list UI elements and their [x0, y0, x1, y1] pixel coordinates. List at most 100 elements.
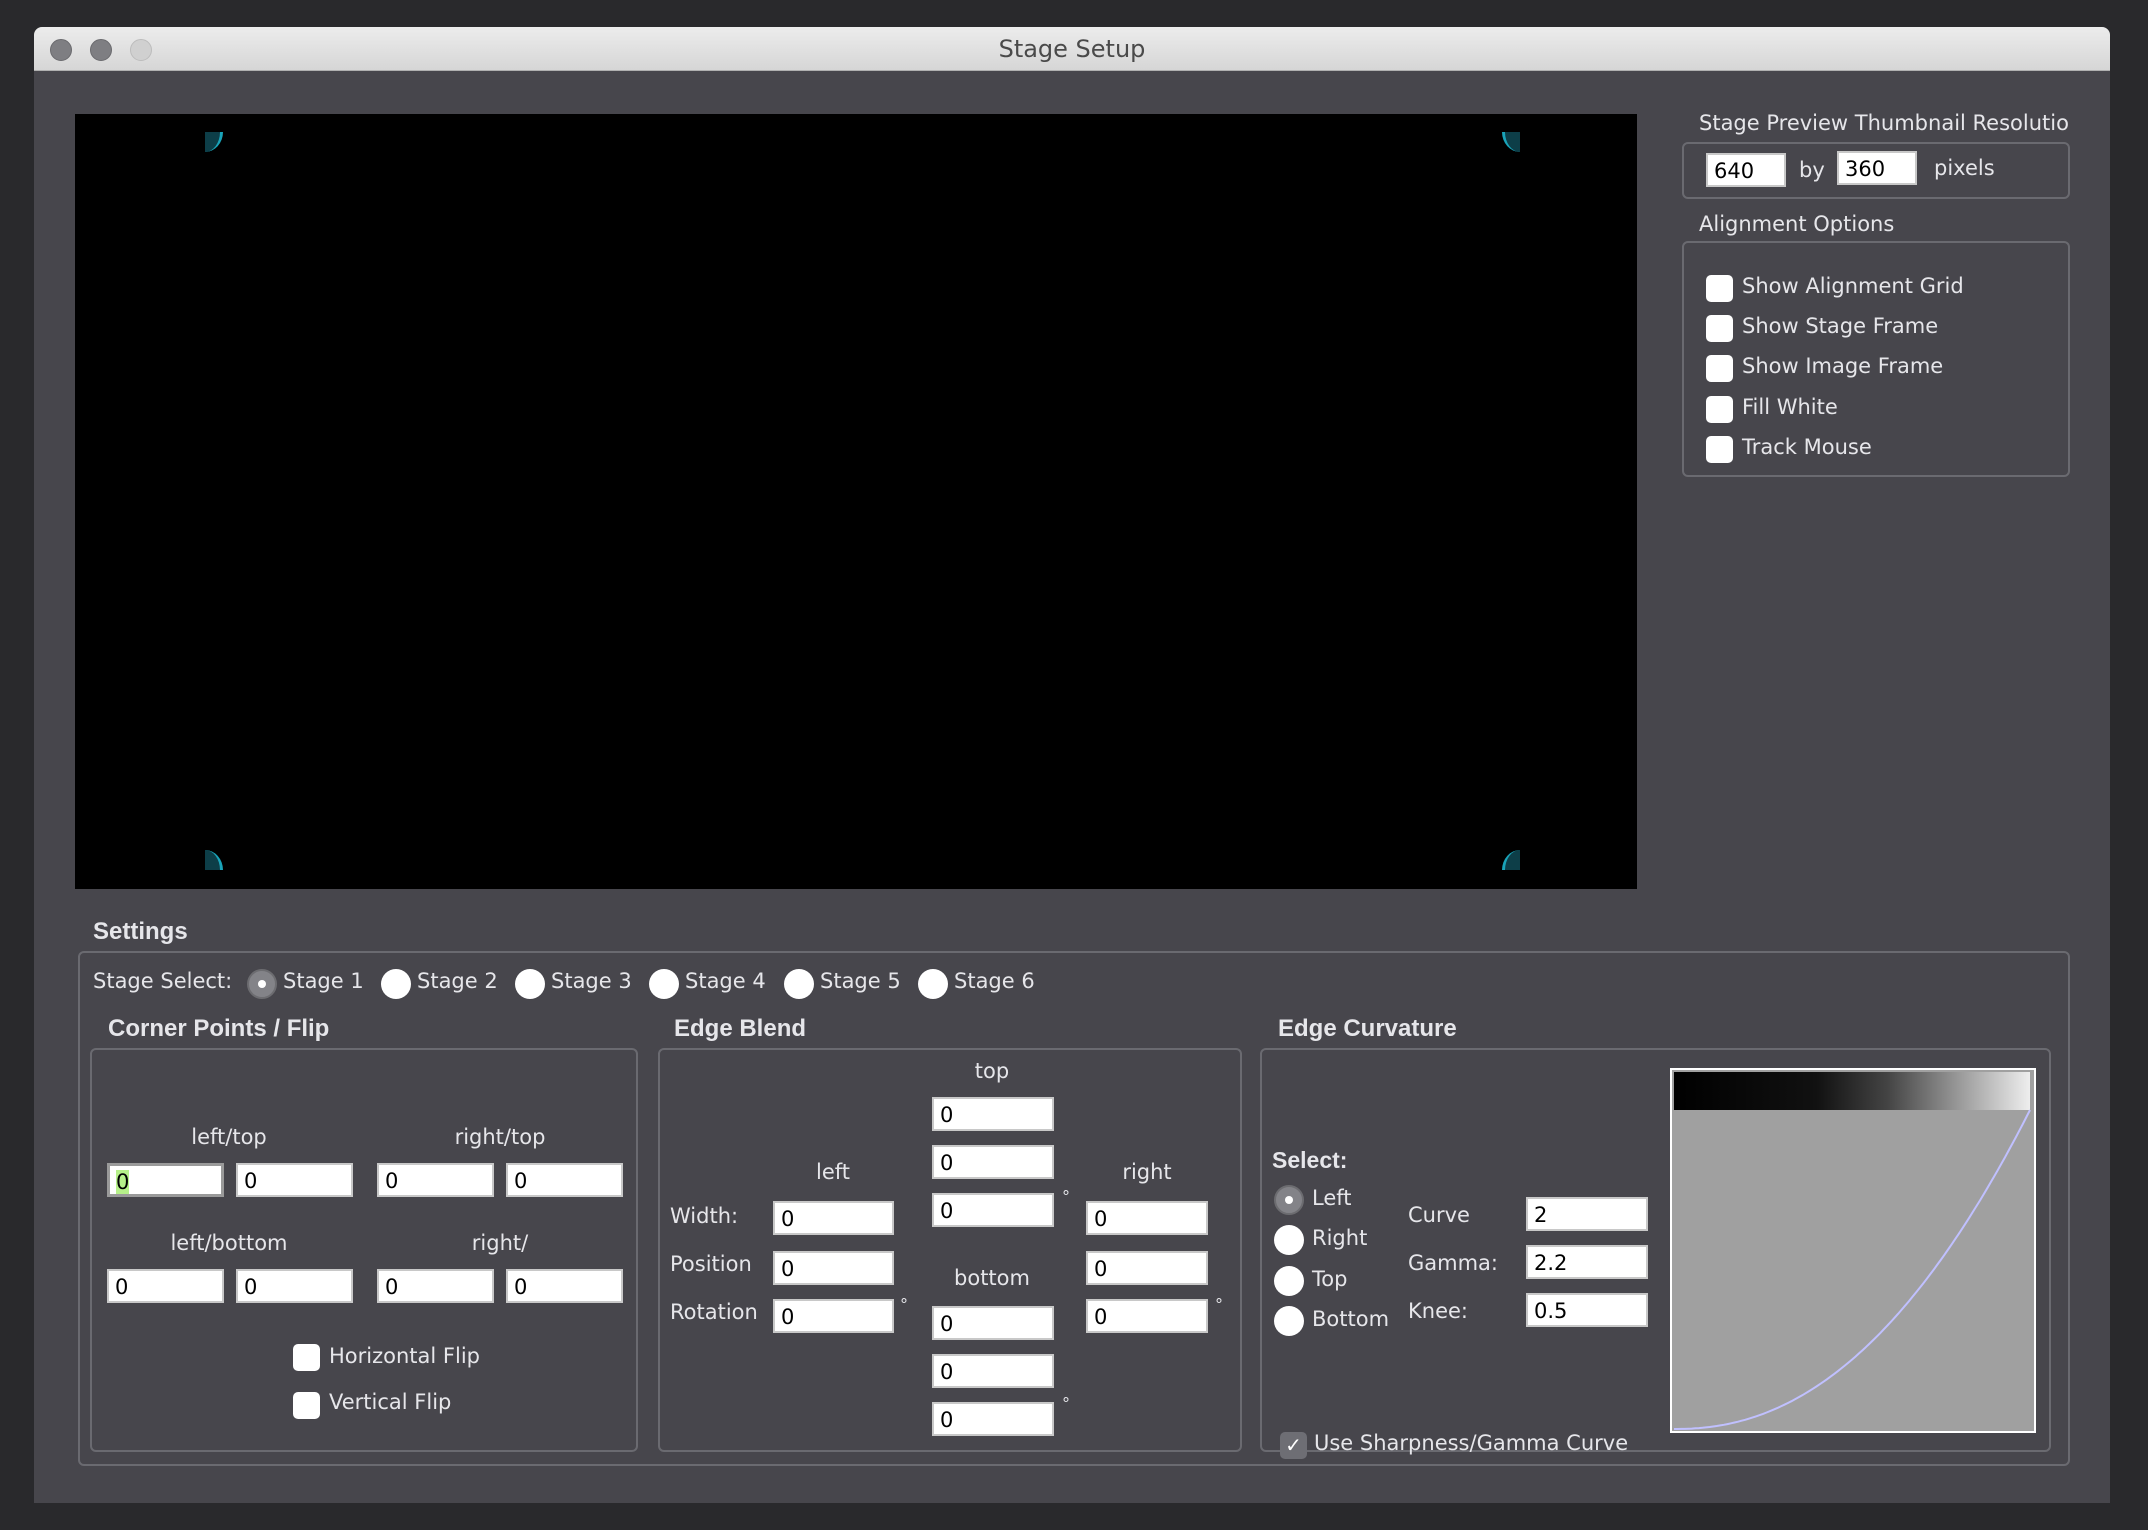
- alignment-checkbox[interactable]: [1706, 315, 1733, 342]
- right-bottom-label: right/: [471, 1231, 529, 1255]
- vertical-flip-checkbox[interactable]: [293, 1392, 320, 1419]
- right-position-input[interactable]: 0: [1086, 1251, 1208, 1285]
- stage-radio[interactable]: [918, 969, 948, 999]
- right-bottom-y-input[interactable]: 0: [506, 1269, 623, 1303]
- right-width-input[interactable]: 0: [1086, 1201, 1208, 1235]
- stage-radio[interactable]: [649, 969, 679, 999]
- knee-label: Knee:: [1408, 1299, 1468, 1323]
- stage-radio-label: Stage 2: [417, 969, 498, 993]
- right-top-y-input[interactable]: 0: [506, 1163, 623, 1197]
- side-radio-label: Bottom: [1312, 1307, 1390, 1331]
- corner-handle-bottom-left[interactable]: [205, 850, 223, 870]
- right-top-x-input[interactable]: 0: [377, 1163, 494, 1197]
- left-top-y-input[interactable]: 0: [236, 1163, 353, 1197]
- corner-handle-top-left[interactable]: [205, 132, 223, 152]
- alignment-option-label: Show Alignment Grid: [1742, 274, 1964, 298]
- knee-input[interactable]: 0.5: [1526, 1293, 1648, 1327]
- bottom-width-input[interactable]: 0: [932, 1306, 1054, 1340]
- edge-blend-title: Edge Blend: [674, 1015, 807, 1042]
- top-width-input[interactable]: 0: [932, 1097, 1054, 1131]
- left-bottom-x-input[interactable]: 0: [107, 1269, 224, 1303]
- curve-input[interactable]: 2: [1526, 1197, 1648, 1231]
- thumbnail-height-input[interactable]: 360: [1837, 151, 1917, 185]
- use-curve-checkbox[interactable]: ✓: [1280, 1432, 1307, 1459]
- alignment-checkbox[interactable]: [1706, 355, 1733, 382]
- left-bottom-y-input[interactable]: 0: [236, 1269, 353, 1303]
- side-radio-label: Right: [1312, 1226, 1368, 1250]
- select-label: Select:: [1272, 1147, 1348, 1173]
- right-rotation-degree: °: [1215, 1295, 1223, 1314]
- curve-graph: [1670, 1068, 2036, 1433]
- stage-setup-window: Stage Setup Stage Preview Thumbnail Reso…: [34, 27, 2110, 1503]
- corner-handle-bottom-right[interactable]: [1502, 850, 1520, 870]
- horizontal-flip-checkbox[interactable]: [293, 1344, 320, 1371]
- stage-radio[interactable]: [247, 969, 277, 999]
- top-position-input[interactable]: 0: [932, 1145, 1054, 1179]
- alignment-option-label: Show Image Frame: [1742, 354, 1944, 378]
- stage-radio[interactable]: [515, 969, 545, 999]
- stage-radio[interactable]: [381, 969, 411, 999]
- gamma-label: Gamma:: [1408, 1251, 1498, 1275]
- right-rotation-input[interactable]: 0: [1086, 1299, 1208, 1333]
- text-selection: 0: [116, 1170, 130, 1194]
- corner-handle-top-right[interactable]: [1502, 132, 1520, 152]
- top-rotation-degree: °: [1062, 1187, 1070, 1206]
- vertical-flip-label: Vertical Flip: [329, 1390, 452, 1414]
- alignment-checkbox[interactable]: [1706, 275, 1733, 302]
- left-top-label: left/top: [191, 1125, 267, 1149]
- stage-select-label: Stage Select:: [93, 969, 233, 993]
- gradient-bar: [1674, 1072, 2030, 1110]
- left-position-input[interactable]: 0: [773, 1251, 894, 1285]
- alignment-option-label: Show Stage Frame: [1742, 314, 1939, 338]
- side-radio-left[interactable]: [1274, 1185, 1304, 1215]
- stage-radio-label: Stage 4: [685, 969, 766, 993]
- side-radio-top[interactable]: [1274, 1266, 1304, 1296]
- side-radio-right[interactable]: [1274, 1225, 1304, 1255]
- by-label: by: [1799, 158, 1825, 182]
- alignment-option-label: Track Mouse: [1742, 435, 1872, 459]
- position-label: Position: [670, 1252, 752, 1276]
- thumbnail-width-input[interactable]: 640: [1706, 153, 1786, 187]
- stage-preview[interactable]: [75, 114, 1637, 889]
- right-bottom-x-input[interactable]: 0: [377, 1269, 494, 1303]
- stage-radio-label: Stage 6: [954, 969, 1035, 993]
- alignment-option-label: Fill White: [1742, 395, 1838, 419]
- alignment-title: Alignment Options: [1699, 212, 1895, 236]
- left-rotation-input[interactable]: 0: [773, 1299, 894, 1333]
- use-curve-label: Use Sharpness/Gamma Curve: [1314, 1431, 1629, 1455]
- rotation-label: Rotation: [670, 1300, 758, 1324]
- stage-radio-label: Stage 3: [551, 969, 632, 993]
- curve-label: Curve: [1408, 1203, 1470, 1227]
- corner-points-title: Corner Points / Flip: [108, 1015, 330, 1042]
- left-width-input[interactable]: 0: [773, 1201, 894, 1235]
- right-top-label: right/top: [454, 1125, 546, 1149]
- width-label: Width:: [670, 1204, 739, 1228]
- alignment-checkbox[interactable]: [1706, 436, 1733, 463]
- bottom-label: bottom: [954, 1266, 1030, 1290]
- alignment-checkbox[interactable]: [1706, 396, 1733, 423]
- side-radio-bottom[interactable]: [1274, 1306, 1304, 1336]
- thumbnail-title: Stage Preview Thumbnail Resolutio: [1699, 111, 2069, 135]
- left-bottom-label: left/bottom: [170, 1231, 288, 1255]
- stage-radio[interactable]: [784, 969, 814, 999]
- horizontal-flip-label: Horizontal Flip: [329, 1344, 480, 1368]
- top-label: top: [974, 1059, 1010, 1083]
- right-label: right: [1122, 1160, 1172, 1184]
- gamma-input[interactable]: 2.2: [1526, 1245, 1648, 1279]
- graph-background: [1672, 1070, 2034, 1431]
- window-title: Stage Setup: [998, 35, 1146, 63]
- pixels-label: pixels: [1934, 156, 1995, 180]
- bottom-position-input[interactable]: 0: [932, 1354, 1054, 1388]
- stage-radio-label: Stage 5: [820, 969, 901, 993]
- stage-radio-label: Stage 1: [283, 969, 364, 993]
- left-rotation-degree: °: [900, 1295, 908, 1314]
- title-bar: Stage Setup: [34, 27, 2110, 71]
- left-top-x-input[interactable]: 0: [107, 1163, 224, 1197]
- top-rotation-input[interactable]: 0: [932, 1193, 1054, 1227]
- side-radio-label: Left: [1312, 1186, 1352, 1210]
- left-label: left: [815, 1160, 850, 1184]
- bottom-rotation-degree: °: [1062, 1394, 1070, 1413]
- bottom-rotation-input[interactable]: 0: [932, 1402, 1054, 1436]
- settings-title: Settings: [93, 918, 188, 945]
- edge-curvature-title: Edge Curvature: [1278, 1015, 1457, 1042]
